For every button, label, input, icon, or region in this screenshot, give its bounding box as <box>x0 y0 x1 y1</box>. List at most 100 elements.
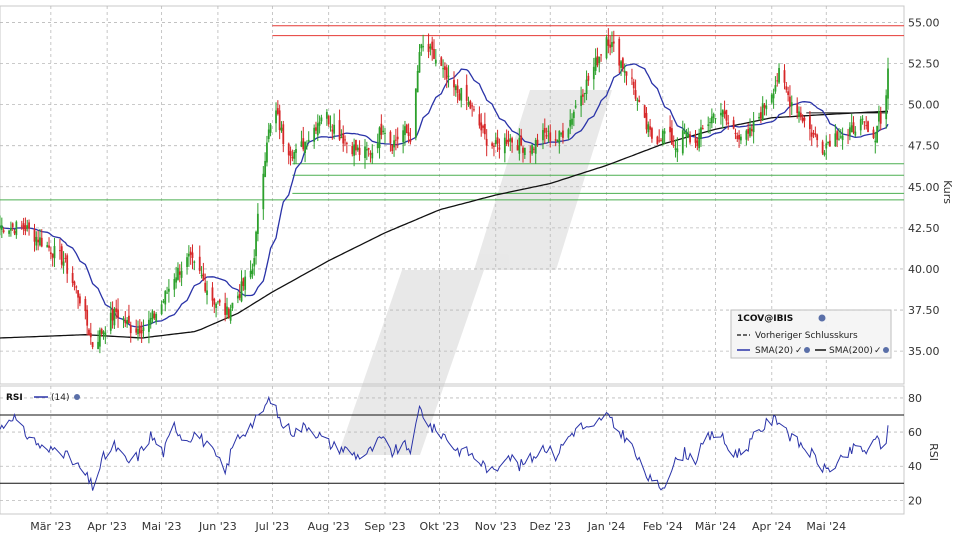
candle-body <box>498 147 501 150</box>
candle-body <box>878 111 880 122</box>
candle-body <box>238 294 241 298</box>
candle-body <box>378 127 381 149</box>
candle-body <box>77 290 79 298</box>
candle-body <box>607 39 610 46</box>
candle-body <box>329 126 332 128</box>
candle-body <box>660 140 662 142</box>
candle-body <box>763 104 766 108</box>
price-y-tick-label: 47.50 <box>908 140 940 153</box>
x-tick-label: Mai '24 <box>806 520 846 533</box>
price-y-tick-label: 55.00 <box>908 16 940 29</box>
candle-body <box>485 138 488 146</box>
candle-body <box>534 140 537 154</box>
candle-body <box>732 120 735 129</box>
candle-body <box>694 138 697 143</box>
candle-body <box>772 93 775 99</box>
candle-body <box>847 134 849 136</box>
candle-body <box>320 117 323 122</box>
candle-body <box>803 117 806 121</box>
candle-body <box>471 105 474 107</box>
candle-body <box>669 126 671 133</box>
candle-body <box>736 135 739 139</box>
candle-body <box>531 145 533 154</box>
chart-legend: 1COV@IBIS Vorheriger Schlusskurs SMA(20)… <box>730 309 892 359</box>
candle-body <box>351 145 354 155</box>
candle-body <box>872 129 875 138</box>
candle-body <box>148 319 150 332</box>
price-y-tick-label: 40.00 <box>908 263 940 276</box>
legend-item-prev-close: Vorheriger Schlusskurs <box>755 331 858 341</box>
candle-body <box>542 130 544 141</box>
candle-body <box>814 133 817 136</box>
rsi-y-tick-label: 40 <box>908 460 922 473</box>
candle-body <box>785 86 788 90</box>
candle-body <box>111 309 114 321</box>
candle-body <box>198 256 201 271</box>
candle-body <box>380 123 383 135</box>
candle-body <box>643 105 646 118</box>
legend-settings-icon[interactable] <box>818 314 826 322</box>
candle-body <box>269 124 272 133</box>
price-y-tick-label: 35.00 <box>908 345 940 358</box>
legend-settings-icon-sma200[interactable] <box>883 347 889 353</box>
candle-body <box>20 225 23 227</box>
candle-body <box>173 279 176 290</box>
candle-body <box>37 239 40 243</box>
candle-body <box>394 139 397 141</box>
candle-body <box>367 148 370 150</box>
candle-body <box>293 151 296 159</box>
candle-body <box>22 223 25 230</box>
legend-title: 1COV@IBIS <box>737 314 793 324</box>
candle-body <box>825 143 828 149</box>
candle-body <box>572 111 575 118</box>
legend-check-icon-sma20[interactable]: ✓ <box>795 346 803 356</box>
candle-body <box>621 58 624 69</box>
candle-body <box>206 290 208 296</box>
candle-body <box>97 341 99 350</box>
candle-body <box>217 301 219 303</box>
candle-body <box>725 109 728 121</box>
candle-body <box>393 140 395 148</box>
candle-body <box>302 138 305 150</box>
candle-body <box>493 145 495 147</box>
candle-body <box>331 129 334 132</box>
rsi-y-tick-label: 60 <box>908 426 922 439</box>
candle-body <box>676 148 679 153</box>
candle-body <box>618 38 621 66</box>
candle-body <box>549 132 552 142</box>
candle-body <box>518 137 521 154</box>
legend-settings-icon-sma20[interactable] <box>804 347 810 353</box>
candle-body <box>761 103 764 121</box>
candle-body <box>9 227 12 231</box>
candle-body <box>745 130 748 140</box>
candle-body <box>0 226 1 229</box>
candle-body <box>560 133 563 135</box>
candle-body <box>467 102 470 106</box>
candle-body <box>798 111 800 117</box>
candle-body <box>672 144 675 146</box>
candle-body <box>774 85 777 92</box>
candle-body <box>11 223 14 227</box>
candle-body <box>2 230 5 233</box>
candle-body <box>529 151 532 153</box>
candle-body <box>251 269 254 275</box>
candle-body <box>816 134 819 141</box>
candle-body <box>46 245 49 248</box>
x-tick-label: Dez '23 <box>529 520 571 533</box>
candle-body <box>823 152 826 156</box>
candle-body <box>787 91 790 95</box>
candle-body <box>620 61 622 68</box>
candle-body <box>687 134 690 137</box>
candle-body <box>505 139 508 144</box>
candle-body <box>562 130 564 138</box>
candle-body <box>138 325 141 334</box>
candle-body <box>376 143 379 149</box>
candle-body <box>115 308 118 313</box>
x-tick-label: Apr '23 <box>87 520 127 533</box>
candle-body <box>414 88 417 138</box>
rsi-settings-icon[interactable] <box>74 394 80 400</box>
legend-check-icon-sma200[interactable]: ✓ <box>874 346 882 356</box>
candle-body <box>507 139 510 142</box>
candle-body <box>799 112 802 118</box>
candle-body <box>520 135 523 146</box>
